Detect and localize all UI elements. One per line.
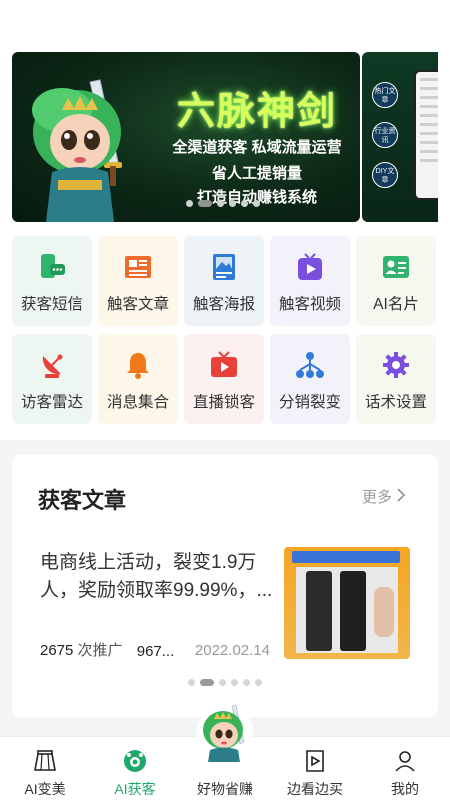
tv-icon bbox=[209, 350, 239, 380]
nav-label: 边看边买 bbox=[287, 781, 343, 797]
sms-phone-icon bbox=[37, 252, 67, 282]
thumbnail-figure bbox=[374, 587, 394, 637]
feature-live-stream[interactable]: 直播锁客 bbox=[184, 334, 264, 424]
thumbnail-figure bbox=[340, 571, 366, 651]
promote-count: 2675 bbox=[40, 642, 74, 659]
pagination-dot bbox=[231, 679, 238, 686]
more-link[interactable]: 更多 bbox=[362, 486, 406, 507]
banner-line-2: 省人工提销量 bbox=[211, 165, 302, 182]
banner-title: 六脉神剑 bbox=[176, 88, 337, 133]
nav-ai-customer[interactable]: AI获客 bbox=[90, 737, 180, 800]
feature-label: 话术设置 bbox=[364, 394, 427, 411]
feature-label: 访客雷达 bbox=[20, 394, 83, 411]
feature-label: 分销裂变 bbox=[278, 394, 341, 411]
banner-slide-main[interactable]: 六脉神剑 全渠道获客 私域流量运营 省人工提销量 打造自动赚钱系统 bbox=[12, 52, 360, 222]
pagination-dot bbox=[229, 200, 236, 207]
skirt-icon bbox=[33, 749, 57, 773]
nav-label: AI变美 bbox=[24, 781, 66, 797]
bell-icon bbox=[123, 350, 153, 380]
feature-ai-card[interactable]: AI名片 bbox=[356, 236, 436, 326]
banner-tag-industry-news: 行业资讯 bbox=[372, 122, 398, 148]
feature-video[interactable]: 触客视频 bbox=[270, 236, 350, 326]
promote-label: 次推广 bbox=[77, 642, 123, 659]
article-date: 2022.02.14 bbox=[194, 642, 270, 659]
nav-ai-beauty[interactable]: AI变美 bbox=[0, 737, 90, 800]
banner-tag-diy-articles: DIY文章 bbox=[372, 162, 398, 188]
feature-label: 触客海报 bbox=[192, 296, 255, 313]
banner-tag-hot-articles: 热门文章 bbox=[372, 82, 398, 108]
article-card: 获客文章 更多 电商线上活动，裂变1.9万人，奖励领取率99.99%，... 2… bbox=[12, 455, 438, 717]
nav-profile[interactable]: 我的 bbox=[360, 737, 450, 800]
pagination-dot bbox=[217, 200, 224, 207]
feature-poster[interactable]: 触客海报 bbox=[184, 236, 264, 326]
thumbnail-figure bbox=[306, 571, 332, 651]
feature-sms[interactable]: 获客短信 bbox=[12, 236, 92, 326]
nav-watch-and-buy[interactable]: 边看边买 bbox=[270, 737, 360, 800]
feature-label: 触客视频 bbox=[278, 296, 341, 313]
nav-label: 好物省赚 bbox=[197, 781, 253, 797]
more-label: 更多 bbox=[362, 489, 393, 506]
pagination-dot-active bbox=[198, 200, 212, 207]
pagination-dot bbox=[219, 679, 226, 686]
thumbnail-strip bbox=[292, 551, 400, 563]
mascot-warrior-illustration bbox=[32, 79, 122, 222]
feature-grid: 获客短信 触客文章 触客海报 触客视频 AI名片 访客雷达 消息集合 直播锁客 … bbox=[12, 236, 438, 424]
feature-label: 消息集合 bbox=[106, 394, 169, 411]
feature-label: 直播锁客 bbox=[192, 394, 255, 411]
feature-label: 触客文章 bbox=[106, 296, 169, 313]
article-thumbnail[interactable] bbox=[284, 547, 410, 659]
network-icon bbox=[295, 350, 325, 380]
nav-label: AI获客 bbox=[114, 781, 156, 797]
pagination-dot bbox=[241, 200, 248, 207]
feature-distribution[interactable]: 分销裂变 bbox=[270, 334, 350, 424]
pagination-dot bbox=[186, 200, 193, 207]
view-count: 967... bbox=[136, 643, 175, 660]
feature-script-settings[interactable]: 话术设置 bbox=[356, 334, 436, 424]
banner-line-1: 全渠道获客 私域流量运营 bbox=[172, 139, 342, 156]
phone-mockup-image bbox=[414, 70, 438, 200]
banner-slide-next[interactable]: 热门文章 行业资讯 DIY文章 bbox=[362, 52, 438, 222]
nav-label: 我的 bbox=[391, 781, 419, 797]
feature-label: AI名片 bbox=[373, 296, 419, 313]
article-meta: 2675 次推广 967... 2022.02.14 bbox=[40, 639, 270, 660]
card-pagination bbox=[188, 679, 262, 686]
pagination-dot bbox=[255, 679, 262, 686]
chevron-right-icon bbox=[396, 487, 406, 507]
mascot-icon[interactable] bbox=[196, 702, 254, 764]
card-title: 获客文章 bbox=[38, 488, 127, 513]
user-icon bbox=[393, 749, 417, 773]
feature-label: 获客短信 bbox=[20, 296, 83, 313]
pagination-dot bbox=[188, 679, 195, 686]
banner-pagination bbox=[186, 200, 260, 207]
ai-customer-icon bbox=[123, 749, 147, 773]
feature-visitor-radar[interactable]: 访客雷达 bbox=[12, 334, 92, 424]
play-icon bbox=[303, 749, 327, 773]
banner-carousel[interactable]: 六脉神剑 全渠道获客 私域流量运营 省人工提销量 打造自动赚钱系统 热门文章 行… bbox=[12, 52, 438, 222]
pagination-dot bbox=[243, 679, 250, 686]
pagination-dot bbox=[253, 200, 260, 207]
video-icon bbox=[295, 252, 325, 282]
article-icon bbox=[123, 252, 153, 282]
business-card-icon bbox=[381, 252, 411, 282]
article-summary[interactable]: 电商线上活动，裂变1.9万人，奖励领取率99.99%，... bbox=[40, 549, 280, 605]
feature-article[interactable]: 触客文章 bbox=[98, 236, 178, 326]
radar-icon bbox=[37, 350, 67, 380]
pagination-dot-active bbox=[200, 679, 214, 686]
poster-icon bbox=[209, 252, 239, 282]
feature-messages[interactable]: 消息集合 bbox=[98, 334, 178, 424]
gear-icon bbox=[381, 350, 411, 380]
